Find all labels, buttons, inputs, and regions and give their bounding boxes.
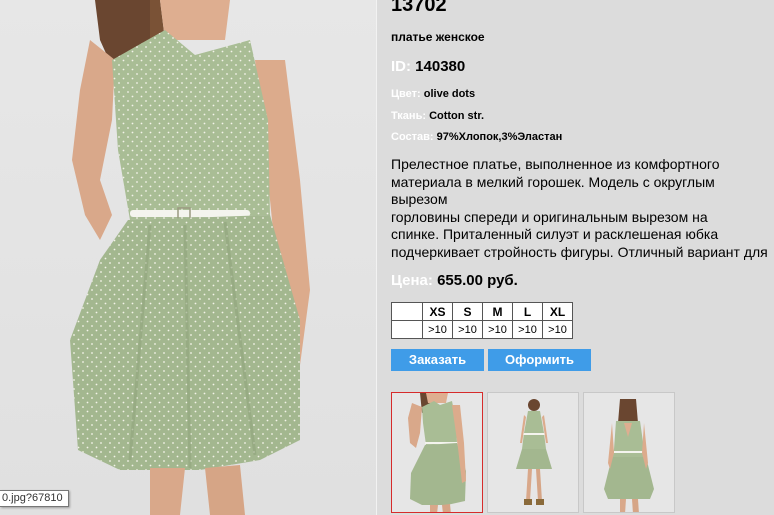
divider bbox=[376, 0, 377, 515]
attribute-value: 97%Хлопок,3%Эластан bbox=[436, 131, 563, 143]
size-quantity-row: >10 >10 >10 >10 >10 bbox=[391, 320, 573, 339]
thumbnail-2[interactable] bbox=[487, 392, 579, 513]
size-header: S bbox=[452, 302, 483, 321]
size-quantity[interactable]: >10 bbox=[452, 320, 483, 339]
size-quantity[interactable]: >10 bbox=[422, 320, 453, 339]
attribute-composition: Состав: 97%Хлопок,3%Эластан bbox=[391, 131, 562, 143]
size-quantity[interactable]: >10 bbox=[482, 320, 513, 339]
checkout-button[interactable]: Оформить bbox=[488, 349, 591, 371]
attribute-fabric: Ткань: Cotton str. bbox=[391, 110, 484, 122]
url-tooltip: 0.jpg?67810 bbox=[0, 490, 69, 507]
thumbnail-1[interactable] bbox=[391, 392, 483, 513]
order-button[interactable]: Заказать bbox=[391, 349, 484, 371]
size-quantity[interactable]: >10 bbox=[512, 320, 543, 339]
product-description: Прелестное платье, выполненное из комфор… bbox=[391, 156, 768, 262]
size-table-corner bbox=[391, 320, 423, 339]
product-id: ID: 140380 bbox=[391, 58, 465, 75]
id-value: 140380 bbox=[415, 58, 466, 75]
size-header: XS bbox=[422, 302, 453, 321]
size-header: XL bbox=[542, 302, 573, 321]
size-header-row: XS S M L XL bbox=[391, 302, 573, 321]
size-table-corner bbox=[391, 302, 423, 321]
id-label: ID: bbox=[391, 58, 411, 75]
product-price: Цена: 655.00 руб. bbox=[391, 272, 518, 289]
price-value: 655.00 руб. bbox=[437, 272, 518, 289]
attribute-value: olive dots bbox=[423, 88, 476, 100]
attribute-label: Цвет: bbox=[391, 88, 421, 100]
main-product-photo: 0.jpg?67810 bbox=[0, 0, 376, 515]
size-header: L bbox=[512, 302, 543, 321]
size-header: M bbox=[482, 302, 513, 321]
attribute-label: Ткань: bbox=[391, 110, 426, 122]
price-label: Цена: bbox=[391, 272, 433, 289]
thumbnail-3[interactable] bbox=[583, 392, 675, 513]
size-quantity[interactable]: >10 bbox=[542, 320, 573, 339]
size-table: XS S M L XL >10 >10 >10 >10 >10 bbox=[391, 302, 573, 339]
product-code: 13702 bbox=[391, 0, 447, 16]
attribute-color: Цвет: olive dots bbox=[391, 88, 475, 100]
product-subtitle: платье женское bbox=[391, 30, 485, 44]
attribute-value: Cotton str. bbox=[429, 110, 485, 122]
attribute-label: Состав: bbox=[391, 131, 434, 143]
